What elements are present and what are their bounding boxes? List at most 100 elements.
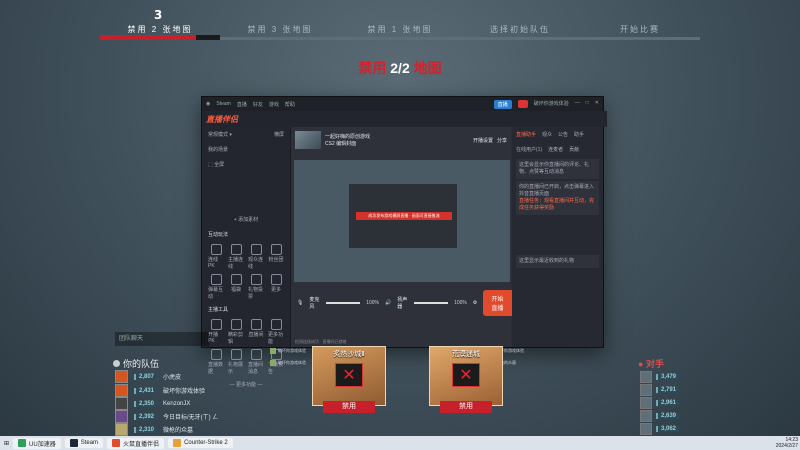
menu-friends[interactable]: 好友 [253,101,263,108]
interact-item[interactable]: 主播连线 [228,244,244,270]
tools-title: 主播工具 [208,307,229,313]
source-item[interactable]: ⬚ 全屏 [202,157,290,172]
taskbar-app[interactable]: Counter-Strike 2 [168,438,233,448]
app-header: 直播伴侣 [202,111,607,127]
interact-title: 互动玩法 [208,232,229,238]
window-titlebar[interactable]: ◉ Steam 直播 好友 游戏 帮助 直播 破坏你游戏体验 — □ ✕ [202,97,603,111]
interact-item[interactable]: 粉丝团 [268,244,284,270]
game-tag[interactable]: CS2 [325,141,335,147]
tool-item[interactable]: 直播间 [248,319,264,345]
tools-grid: 开播PK 精彩剪辑 直播间 更多功能 直播数据 礼物展示 直播间消息 下播预告 [202,317,290,377]
banned-x-icon: ✕ [335,363,363,387]
avatar [115,384,128,397]
minimize-icon[interactable]: — [575,100,580,109]
enemy-team-title: ● 对手 [638,359,664,369]
ban-counter: 禁用 2/2 地图 [358,60,442,76]
enemy-row: 2,961 [640,397,680,409]
tool-item[interactable]: 开播PK [208,319,224,345]
player-row[interactable]: 2,310 微枪的众墓 [115,423,193,436]
settings-icon[interactable]: ⚙ [473,300,477,306]
avatar [640,371,652,383]
speaker-icon[interactable]: 🔊 [385,300,391,306]
speaker-volume-slider[interactable] [414,302,449,304]
player-row[interactable]: 2,350 KenzonJX [115,397,190,410]
veto-step-1: 禁用 2 张地图 [100,20,220,42]
edit-cover-button[interactable]: 编辑封面 [336,141,356,147]
menu-games[interactable]: 游戏 [269,101,279,108]
enemy-row: 3,062 [640,423,680,435]
notice-1: 这里会显示你直播间的评论、礼物、点赞等互动消息 [516,159,599,179]
interact-grid: 连线PK 主播连线 观众连线 粉丝团 弹幕互动 福袋 礼物投票 更多 [202,242,290,302]
interact-item[interactable]: 观众连线 [248,244,264,270]
tab-linkers[interactable]: 连麦者 [548,146,563,153]
interact-item[interactable]: 福袋 [228,274,244,300]
preview-toast: 成功发布游戏横屏直播 · 画面可直接推流 [356,212,452,220]
interact-item[interactable]: 更多 [268,274,284,300]
close-icon[interactable]: ✕ [595,100,599,109]
veto-progress: 禁用 2 张地图 禁用 3 张地图 禁用 1 张地图 选择初始队伍 开始比赛 [100,20,700,42]
stream-title[interactable]: 一起好嗨的原创游戏 [325,133,370,140]
menu-help[interactable]: 帮助 [285,101,295,108]
taskbar-app[interactable]: Steam [64,438,104,448]
enemy-row: 2,639 [640,410,680,422]
more-functions-link[interactable]: — 更多功能 — [202,377,290,392]
add-source-button[interactable]: + 添加素材 [202,212,290,227]
map-picker: 破坏你游戏体验 [270,360,306,366]
tab-audience[interactable]: 观众 [542,131,552,138]
your-team-title: 你的队伍 [113,357,159,370]
user-name[interactable]: 破坏你游戏体验 [534,100,569,109]
interact-item[interactable]: 弹幕互动 [208,274,224,300]
avatar [115,370,128,383]
gift-footer: 这里显示最近收到的礼物 [516,255,599,268]
notice-2: 你的直播间已开启，点击弹幕进入抖音直播页面 直播任务：观看直播间并互动，完成任务… [516,181,599,215]
tool-item[interactable]: 更多功能 [268,319,284,345]
tab-notice[interactable]: 公告 [558,131,568,138]
banned-x-icon: ✕ [452,363,480,387]
player-row[interactable]: 2,807 小虎皮 [115,370,181,383]
start-menu-icon[interactable]: ⊞ [4,440,9,447]
interact-item[interactable]: 连线PK [208,244,224,270]
share-button[interactable]: 分享 [497,137,507,144]
notification-icon[interactable] [517,99,528,108]
avatar [640,384,652,396]
tool-item[interactable]: 直播间消息 [248,349,264,375]
taskbar-app[interactable]: UU加速器 [13,437,61,449]
live-preview: 成功发布游戏横屏直播 · 画面可直接推流 [294,160,510,282]
source-label: 我的场景 [208,147,229,153]
avatar [640,397,652,409]
maximize-icon[interactable]: □ [586,100,589,109]
tab-landscape[interactable]: 横屏 [274,131,284,138]
enemy-row: 3,479 [640,371,680,383]
live-button[interactable]: 直播 [493,99,512,109]
team-chat-input[interactable]: 团队聊天 [115,332,209,346]
tab-helper[interactable]: 助手 [574,131,584,138]
left-panel: 常规模式 ▾ 横屏 我的场景 ⬚ 全屏 + 添加素材 互动玩法 连线PK 主播连… [202,127,291,388]
mic-icon[interactable]: 🎙 [297,300,303,306]
audio-controls: 🎙 麦克风 100% 🔊 扬声器 100% ⚙ 开始直播 [291,289,523,317]
map-card-2[interactable]: 荒漠迷城 ✕ 禁用 [429,346,503,413]
tab-online[interactable]: 在线用户(1) [516,146,542,153]
app-name: Steam [216,101,231,107]
menu-live[interactable]: 直播 [237,101,247,108]
stream-cover-thumbnail[interactable] [295,131,321,149]
map-card-1[interactable]: 炙热沙城Ⅱ ✕ 禁用 [312,346,386,413]
system-tray[interactable]: 14:23 2024/2/27 [776,437,800,449]
right-sub-tabs: 在线用户(1) 连麦者 贡献 [512,142,603,157]
veto-step-3: 禁用 1 张地图 [340,20,460,42]
tool-item[interactable]: 精彩剪辑 [228,319,244,345]
player-row[interactable]: 2,392 今日目标/无牙(ㄒ) ㄥ [115,410,218,423]
interact-item[interactable]: 礼物投票 [248,274,264,300]
tab-contrib[interactable]: 贡献 [569,146,579,153]
app-logo: 直播伴侣 [206,114,238,124]
streaming-app-window[interactable]: ◉ Steam 直播 好友 游戏 帮助 直播 破坏你游戏体验 — □ ✕ 直播伴… [201,96,607,388]
tool-item[interactable]: 直播数据 [208,349,224,375]
tool-item[interactable]: 礼物展示 [228,349,244,375]
taskbar: ⊞ UU加速器 Steam 火鼠直播伴侣 Counter-Strike 2 14… [0,436,800,450]
scene-header[interactable]: 常规模式 ▾ 横屏 [202,127,290,142]
task-highlight[interactable]: 直播任务：观看直播间并互动，完成任务获得奖励 [519,198,596,212]
tab-assistant[interactable]: 直播助手 [516,131,536,138]
taskbar-app[interactable]: 火鼠直播伴侣 [107,437,165,449]
mic-volume-slider[interactable] [326,302,361,304]
live-settings-button[interactable]: 开播设置 [473,137,493,144]
player-row[interactable]: 2,431 破坏你游戏体验 [115,384,205,397]
